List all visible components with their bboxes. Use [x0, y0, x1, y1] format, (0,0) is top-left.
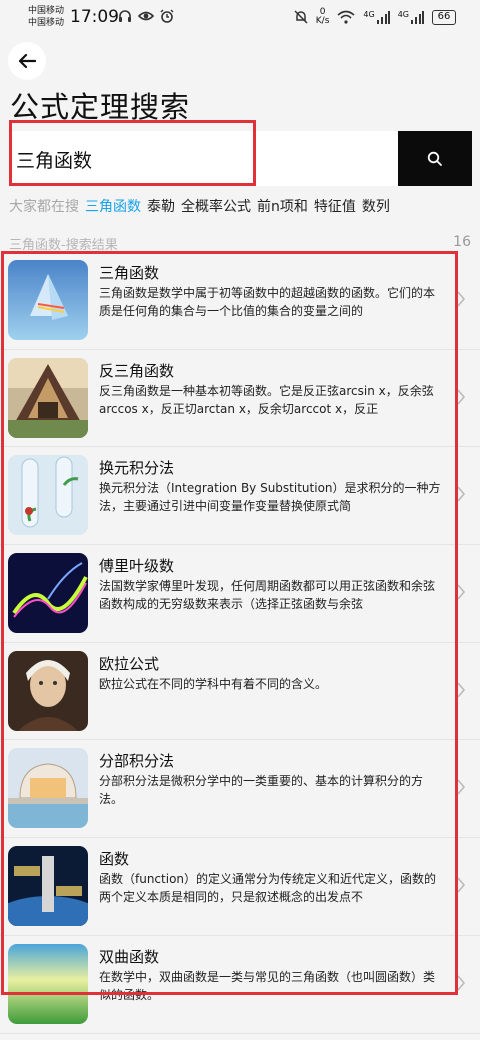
signal-1: 4G	[363, 10, 390, 24]
alarm-icon	[160, 9, 174, 23]
list-item[interactable]: 函数 函数（function）的定义通常分为传统定义和近代定义，函数的两个定义本…	[0, 838, 480, 936]
signal-2-type: 4G	[397, 10, 409, 19]
a-frame-house-thumbnail	[8, 357, 88, 438]
list-item[interactable]: 傅里叶级数 法国数学家傅里叶发现，任何周期函数都可以用正弦函数和余弦函数构成的无…	[0, 545, 480, 643]
results-header: 三角函数-搜索结果 16	[9, 234, 471, 253]
carrier-2: 中国移动	[28, 18, 65, 28]
item-title: 反三角函数	[99, 361, 175, 380]
modern-house-thumbnail	[8, 748, 88, 829]
green-field-thumbnail	[8, 943, 88, 1024]
item-title: 傅里叶级数	[99, 557, 175, 576]
wifi-icon	[337, 10, 355, 24]
item-description: 法国数学家傅里叶发现，任何周期函数都可以用正弦函数和余弦函数构成的无穷级数来表示…	[99, 579, 436, 612]
list-item[interactable]: 欧拉公式 欧拉公式在不同的学科中有着不同的含义。	[0, 643, 480, 741]
item-title: 换元积分法	[99, 459, 175, 478]
list-item[interactable]: 三角函数 三角函数是数学中属于初等函数中的超越函数的函数。它们的本质是任何角的集…	[0, 252, 480, 350]
hot-tag[interactable]: 三角函数	[85, 196, 141, 216]
battery-indicator: 66	[432, 9, 456, 25]
item-description: 函数（function）的定义通常分为传统定义和近代定义，函数的两个定义本质是相…	[99, 872, 437, 905]
results-heading: 三角函数-搜索结果	[9, 238, 118, 253]
carrier-info: 中国移动 中国移动	[28, 5, 64, 29]
hot-search-row: 大家都在搜 三角函数 泰勒 全概率公式 前n项和 特征值 数列	[9, 196, 390, 216]
signal-bars-icon	[411, 11, 424, 24]
net-speed-unit: K/s	[315, 16, 330, 26]
hot-tag[interactable]: 全概率公式	[181, 196, 251, 216]
results-list: 三角函数 三角函数是数学中属于初等函数中的超越函数的函数。它们的本质是任何角的集…	[0, 252, 480, 1034]
item-description: 三角函数是数学中属于初等函数中的超越函数的函数。它们的本质是任何角的集合与一个比…	[99, 286, 436, 318]
results-count: 16	[453, 234, 471, 250]
status-icons-left	[118, 9, 174, 23]
mute-bell-icon	[294, 10, 308, 24]
item-description: 欧拉公式在不同的学科中有着不同的含义。	[99, 676, 328, 691]
light-wave-thumbnail	[8, 553, 88, 634]
test-tube-sprout-thumbnail	[8, 455, 88, 536]
chevron-right-icon	[457, 291, 466, 307]
carrier-1: 中国移动	[28, 6, 65, 16]
back-button[interactable]	[8, 42, 46, 80]
chevron-right-icon	[457, 877, 466, 893]
item-title: 分部积分法	[99, 752, 175, 771]
chevron-right-icon	[457, 975, 466, 991]
headphones-icon	[119, 10, 131, 22]
item-description: 反三角函数是一种基本初等函数。它是反正弦arcsin x，反余弦arccos x…	[99, 383, 434, 416]
list-item[interactable]: 双曲函数 在数学中，双曲函数是一类与常见的三角函数（也叫圆函数）类似的函数。	[0, 936, 480, 1034]
item-description: 换元积分法（Integration By Substitution）是求积分的一…	[99, 481, 441, 514]
hot-tag[interactable]: 特征值	[314, 196, 356, 216]
status-bar: 中国移动 中国移动 17:09 0 K/s 4G 4G 66	[0, 0, 480, 34]
chevron-right-icon	[457, 486, 466, 502]
arrow-left-icon	[18, 53, 36, 69]
prism-thumbnail	[8, 260, 88, 340]
hot-tag[interactable]: 泰勒	[147, 196, 175, 216]
chevron-right-icon	[457, 779, 466, 795]
euler-portrait-thumbnail	[8, 650, 88, 731]
clock: 17:09	[70, 7, 119, 27]
item-description: 分部积分法是微积分学中的一类重要的、基本的计算积分的方法。	[99, 774, 424, 807]
list-item[interactable]: 反三角函数 反三角函数是一种基本初等函数。它是反正弦arcsin x，反余弦ar…	[0, 350, 480, 448]
hot-tag[interactable]: 前n项和	[257, 196, 308, 216]
space-station-thumbnail	[8, 846, 88, 927]
chevron-right-icon	[457, 584, 466, 600]
signal-bars-icon	[376, 11, 390, 24]
item-title: 三角函数	[99, 264, 160, 282]
hot-tag[interactable]: 数列	[362, 196, 390, 216]
list-item[interactable]: 分部积分法 分部积分法是微积分学中的一类重要的、基本的计算积分的方法。	[0, 740, 480, 839]
list-item[interactable]: 换元积分法 换元积分法（Integration By Substitution）…	[0, 447, 480, 546]
chevron-right-icon	[457, 389, 466, 405]
search-icon	[427, 151, 442, 166]
net-speed: 0 K/s	[316, 8, 330, 26]
signal-1-type: 4G	[363, 10, 375, 19]
item-title: 函数	[99, 850, 130, 869]
search-input-value[interactable]: 三角函数	[16, 146, 92, 173]
item-title: 双曲函数	[99, 947, 160, 966]
status-icons-right: 0 K/s 4G 4G 66	[294, 8, 456, 26]
signal-2: 4G	[398, 10, 424, 24]
eye-icon	[138, 11, 154, 21]
chevron-right-icon	[457, 682, 466, 698]
search-button[interactable]	[398, 131, 472, 186]
hot-search-label: 大家都在搜	[9, 199, 79, 215]
item-title: 欧拉公式	[99, 654, 160, 673]
item-description: 在数学中，双曲函数是一类与常见的三角函数（也叫圆函数）类似的函数。	[99, 969, 436, 1002]
